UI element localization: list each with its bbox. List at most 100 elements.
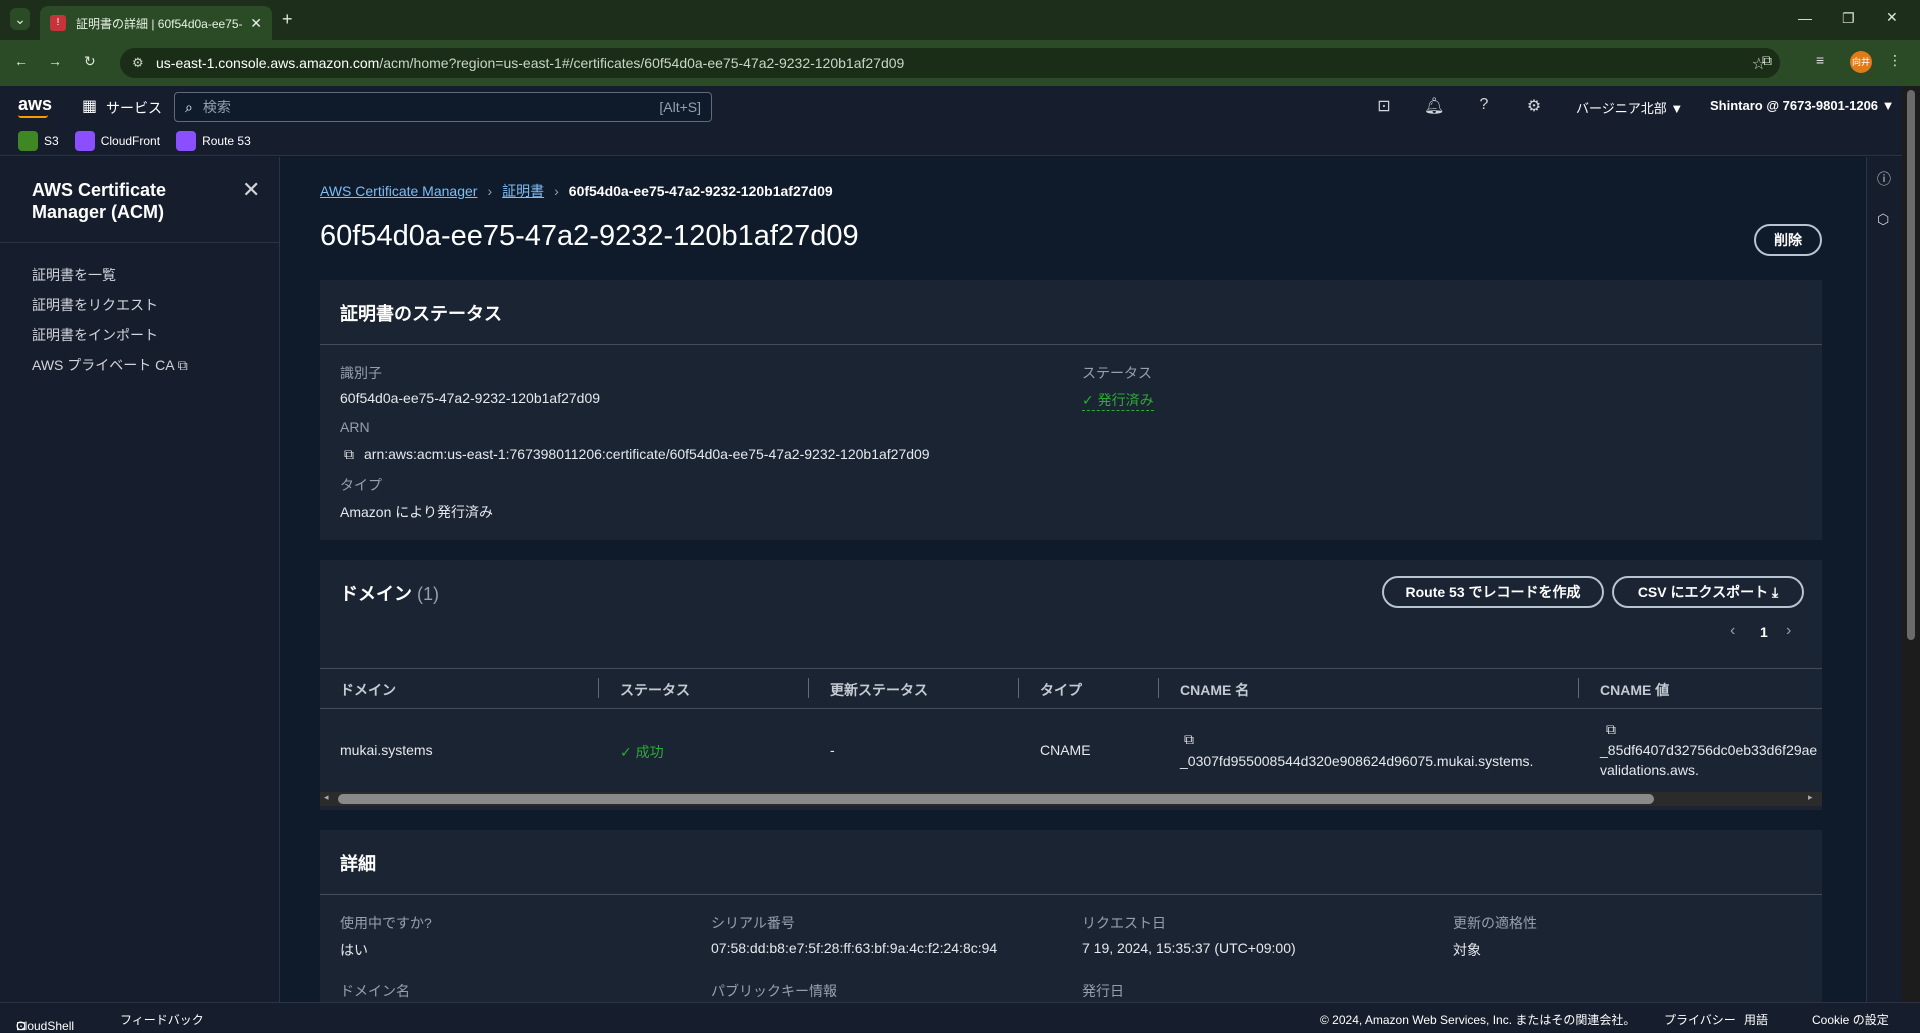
chevron-right-icon: › bbox=[554, 183, 559, 199]
browser-tab[interactable]: ! 証明書の詳細 | 60f54d0a-ee75- ✕ bbox=[40, 6, 272, 40]
feedback-hex-icon[interactable]: ⬡ bbox=[1877, 211, 1889, 228]
column-header-status[interactable]: ステータス bbox=[620, 680, 690, 700]
favorite-cloudfront[interactable]: CloudFront bbox=[74, 130, 160, 151]
column-header-type[interactable]: タイプ bbox=[1040, 680, 1082, 700]
breadcrumb-certificates-link[interactable]: 証明書 bbox=[502, 181, 544, 201]
renewal-eligibility-value: 対象 bbox=[1453, 942, 1481, 958]
sidebar-item-request-certificate[interactable]: 証明書をリクエスト bbox=[32, 295, 158, 315]
sidebar-item-import-certificate[interactable]: 証明書をインポート bbox=[32, 325, 158, 345]
url-host: us-east-1.console.aws.amazon.com bbox=[156, 55, 380, 71]
row-status: ✓ 成功 bbox=[620, 742, 664, 762]
aws-search-input[interactable]: ⌕ 検索 [Alt+S] bbox=[174, 92, 712, 122]
profile-avatar[interactable]: 向井 bbox=[1850, 51, 1872, 73]
identifier-label: 識別子 bbox=[340, 365, 382, 381]
copy-icon[interactable]: ⧉ bbox=[344, 446, 354, 463]
row-cname-value-line2: validations.aws. bbox=[1600, 762, 1699, 778]
horizontal-scrollbar[interactable]: ◂ ▸ bbox=[320, 792, 1822, 806]
identifier-value: 60f54d0a-ee75-47a2-9232-120b1af27d09 bbox=[340, 390, 601, 406]
cloudshell-label: CloudShell bbox=[16, 1019, 75, 1033]
requested-value: 7 19, 2024, 15:35:37 (UTC+09:00) bbox=[1082, 940, 1296, 956]
delete-button[interactable]: 削除 bbox=[1754, 224, 1822, 256]
settings-gear-icon[interactable]: ⚙ bbox=[1524, 96, 1544, 116]
favorite-s3[interactable]: S3 bbox=[18, 130, 59, 151]
issued-label: 発行日 bbox=[1082, 983, 1124, 999]
browser-tab-bar: ⌄ ! 証明書の詳細 | 60f54d0a-ee75- ✕ + — ❐ ✕ bbox=[0, 0, 1920, 40]
scrollbar-thumb[interactable] bbox=[338, 794, 1654, 804]
url-input[interactable]: ⚙ us-east-1.console.aws.amazon.com/acm/h… bbox=[120, 48, 1780, 78]
window-close-icon[interactable]: ✕ bbox=[1886, 9, 1898, 26]
reload-icon[interactable]: ↻ bbox=[84, 53, 96, 70]
info-icon[interactable]: ⓘ bbox=[1877, 169, 1891, 189]
back-icon[interactable]: ← bbox=[14, 53, 28, 69]
restore-icon[interactable]: ❐ bbox=[1842, 10, 1855, 27]
scroll-right-icon[interactable]: ▸ bbox=[1808, 792, 1813, 803]
chevron-left-icon[interactable]: ‹ bbox=[1730, 622, 1735, 640]
search-shortcut: [Alt+S] bbox=[659, 99, 701, 115]
cookie-settings-link[interactable]: Cookie の設定 bbox=[1812, 1011, 1889, 1028]
export-csv-label: CSV にエクスポート bbox=[1637, 584, 1769, 600]
notifications-bell-icon[interactable]: 🔔︎ bbox=[1424, 96, 1444, 116]
in-use-label: 使用中ですか? bbox=[340, 915, 432, 931]
page-scrollbar[interactable] bbox=[1902, 86, 1920, 1002]
minimize-icon[interactable]: — bbox=[1798, 10, 1812, 26]
type-value: Amazon により発行済み bbox=[340, 504, 493, 520]
account-menu[interactable]: Shintaro @ 7673-9801-1206 ▼ bbox=[1710, 98, 1895, 113]
tab-close-icon[interactable]: ✕ bbox=[250, 15, 262, 32]
sidebar-title[interactable]: AWS Certificate Manager (ACM) bbox=[32, 179, 232, 223]
favorite-route53[interactable]: Route 53 bbox=[176, 130, 251, 151]
column-header-cname-name[interactable]: CNAME 名 bbox=[1180, 680, 1249, 700]
scrollbar-thumb[interactable] bbox=[1907, 90, 1915, 640]
help-icon[interactable]: ? bbox=[1474, 96, 1494, 116]
sidebar-item-list-certificates[interactable]: 証明書を一覧 bbox=[32, 265, 116, 285]
copy-icon[interactable]: ⧉ bbox=[1606, 721, 1616, 738]
s3-icon bbox=[18, 130, 38, 151]
favorite-label: S3 bbox=[44, 133, 59, 148]
media-icon[interactable]: ≡ bbox=[1816, 52, 1824, 68]
aws-logo[interactable]: aws bbox=[18, 94, 52, 115]
browser-menu-icon[interactable]: ⋮ bbox=[1888, 52, 1902, 69]
scroll-left-icon[interactable]: ◂ bbox=[324, 792, 329, 803]
terms-link[interactable]: 用語 bbox=[1744, 1011, 1768, 1028]
services-grid-icon[interactable]: ▦ bbox=[82, 96, 97, 116]
export-csv-button[interactable]: CSV にエクスポート ⤓ bbox=[1612, 576, 1804, 608]
cloudshell-icon[interactable]: ⊡ bbox=[1374, 96, 1394, 116]
column-divider bbox=[1018, 678, 1019, 698]
breadcrumb: AWS Certificate Manager › 証明書 › 60f54d0a… bbox=[320, 181, 833, 201]
chevron-right-icon[interactable]: › bbox=[1786, 622, 1791, 640]
breadcrumb-current: 60f54d0a-ee75-47a2-9232-120b1af27d09 bbox=[568, 183, 833, 199]
arn-value: arn:aws:acm:us-east-1:767398011206:certi… bbox=[364, 446, 930, 462]
sidebar-item-private-ca[interactable]: AWS プライベート CA ⧉ bbox=[32, 355, 188, 375]
close-icon[interactable]: ✕ bbox=[242, 177, 260, 203]
route53-create-record-button[interactable]: Route 53 でレコードを作成 bbox=[1382, 576, 1604, 608]
details-panel: 詳細 使用中ですか? はい シリアル番号 07:58:dd:b8:e7:5f:2… bbox=[320, 830, 1822, 1002]
serial-value: 07:58:dd:b8:e7:5f:28:ff:63:bf:9a:4c:f2:2… bbox=[711, 940, 998, 956]
breadcrumb-acm-link[interactable]: AWS Certificate Manager bbox=[320, 183, 477, 199]
column-header-renewal-status[interactable]: 更新ステータス bbox=[830, 680, 928, 700]
extensions-icon[interactable]: ⧉ bbox=[1762, 52, 1772, 69]
tab-title: 証明書の詳細 | 60f54d0a-ee75- bbox=[76, 16, 243, 31]
panel-heading: 証明書のステータス bbox=[340, 304, 502, 324]
column-divider bbox=[1578, 678, 1579, 698]
page-title: 60f54d0a-ee75-47a2-9232-120b1af27d09 bbox=[320, 220, 859, 252]
region-selector[interactable]: バージニア北部 ▼ bbox=[1576, 98, 1683, 117]
column-divider bbox=[808, 678, 809, 698]
new-tab-icon[interactable]: + bbox=[282, 9, 293, 30]
page-number[interactable]: 1 bbox=[1760, 624, 1768, 640]
privacy-link[interactable]: プライバシー bbox=[1664, 1011, 1736, 1028]
right-tools-rail: ⓘ ⬡ bbox=[1866, 157, 1902, 1002]
tab-search-icon[interactable]: ⌄ bbox=[10, 8, 30, 30]
acm-favicon-icon: ! bbox=[50, 15, 66, 31]
copy-icon[interactable]: ⧉ bbox=[1184, 731, 1194, 748]
panel-divider bbox=[320, 894, 1822, 895]
forward-icon[interactable]: → bbox=[48, 53, 62, 69]
column-header-domain[interactable]: ドメイン bbox=[340, 680, 396, 700]
cloudfront-icon bbox=[74, 130, 95, 151]
feedback-link[interactable]: フィードバック bbox=[120, 1011, 204, 1028]
column-header-cname-value[interactable]: CNAME 値 bbox=[1600, 680, 1669, 700]
status-badge[interactable]: ✓ 発行済み bbox=[1082, 390, 1154, 411]
panel-heading: 詳細 bbox=[340, 854, 376, 874]
services-menu[interactable]: サービス bbox=[106, 98, 162, 118]
site-info-icon[interactable]: ⚙ bbox=[132, 55, 144, 71]
route53-icon bbox=[176, 130, 197, 151]
check-circle-icon: ✓ bbox=[1082, 392, 1094, 408]
